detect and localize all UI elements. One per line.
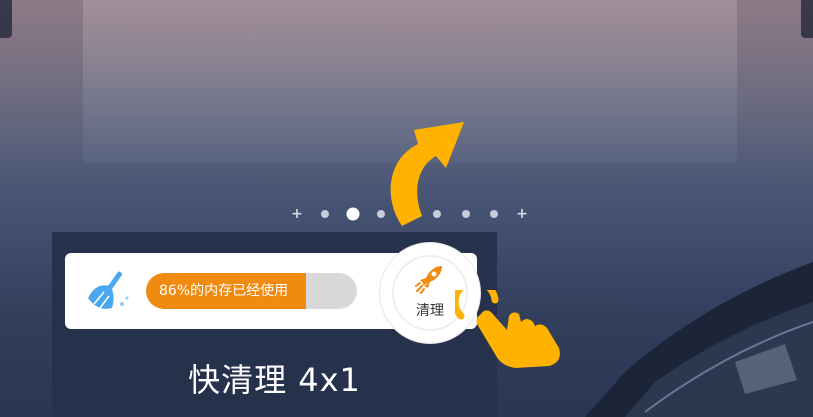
page-indicator[interactable]: + + bbox=[285, 204, 535, 224]
page-dot[interactable] bbox=[377, 210, 385, 218]
broom-icon bbox=[88, 271, 129, 309]
memory-usage-text: 86%的内存已经使用 bbox=[159, 283, 289, 299]
memory-usage-bar: 86%的内存已经使用 bbox=[146, 273, 357, 309]
add-page-icon[interactable]: + bbox=[291, 207, 303, 221]
rocket-icon bbox=[415, 266, 442, 294]
page-dot-active[interactable] bbox=[346, 207, 360, 221]
page-dot[interactable] bbox=[321, 210, 329, 218]
page-dot[interactable] bbox=[462, 210, 470, 218]
widget-title: 快清理 4x1 bbox=[188, 361, 361, 399]
page-dot[interactable] bbox=[490, 210, 498, 218]
right-screen-edge bbox=[801, 0, 813, 38]
device-decoration bbox=[585, 262, 813, 417]
add-page-icon[interactable]: + bbox=[516, 207, 528, 221]
page-dot[interactable] bbox=[433, 210, 441, 218]
left-screen-edge bbox=[0, 0, 12, 38]
